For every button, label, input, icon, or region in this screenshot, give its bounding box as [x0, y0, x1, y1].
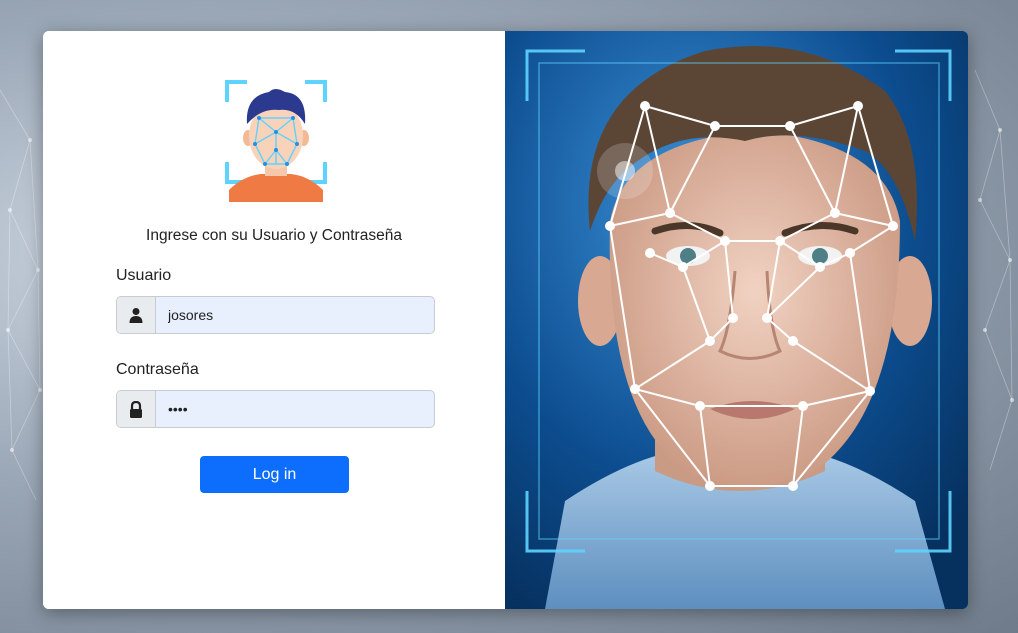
login-panel: Ingrese con su Usuario y Contraseña Usua… [43, 31, 505, 609]
lock-icon [117, 391, 156, 427]
username-field-group [116, 296, 435, 334]
login-button[interactable]: Log in [200, 456, 349, 493]
face-scan-icon [225, 80, 327, 202]
password-input[interactable] [156, 391, 434, 427]
face-recognition-image [505, 31, 968, 609]
password-field-group [116, 390, 435, 428]
login-subtitle: Ingrese con su Usuario y Contraseña [146, 227, 402, 244]
username-label: Usuario [116, 267, 172, 284]
username-input[interactable] [156, 297, 434, 333]
user-icon [117, 297, 156, 333]
password-label: Contraseña [116, 361, 199, 378]
login-card: Ingrese con su Usuario y Contraseña Usua… [43, 31, 968, 609]
face-image-illustration [505, 31, 968, 609]
